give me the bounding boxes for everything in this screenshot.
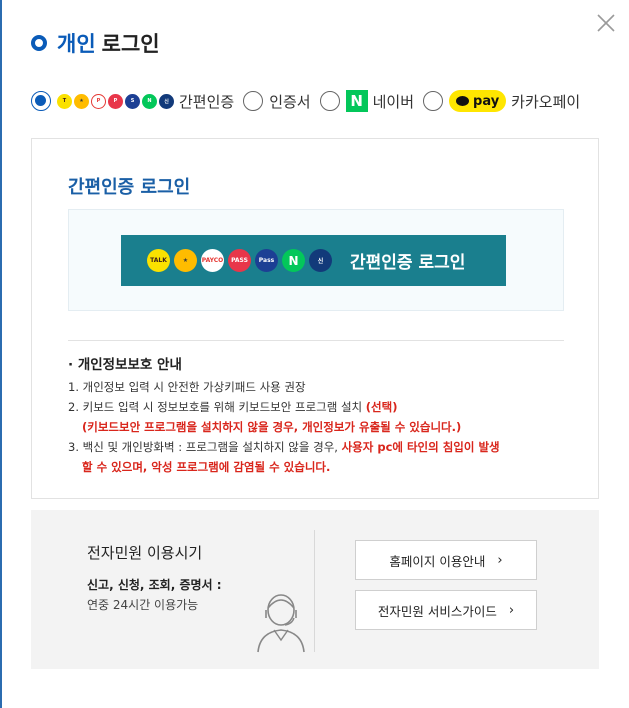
pass-icon: P <box>108 93 123 109</box>
samsung-pass-icon: Pass <box>255 249 278 272</box>
login-button-label: 간편인증 로그인 <box>350 253 466 273</box>
close-button[interactable] <box>595 12 617 34</box>
method-label: 네이버 <box>372 92 415 111</box>
service-guide-button[interactable]: 전자민원 서비스가이드 › <box>355 590 537 630</box>
kakaopay-icon: pay <box>449 90 507 112</box>
simple-auth-panel: 간편인증 로그인 TALK ★ PAYCO PASS Pass N 신 간편인증… <box>31 138 599 499</box>
radio-kakaopay[interactable] <box>423 91 444 111</box>
operator-avatar-icon <box>257 594 305 653</box>
naver-n-icon: N <box>345 90 368 112</box>
window-left-border <box>0 0 2 708</box>
divider <box>68 340 564 341</box>
section-title: 간편인증 로그인 <box>68 177 191 198</box>
page-title: 개인 로그인 <box>31 28 160 58</box>
title-highlight: 개인 <box>57 32 96 56</box>
payco-icon: PAYCO <box>201 249 224 272</box>
service-hours-panel: 전자민원 이용시기 신고, 신청, 조회, 증명서 : 연중 24시간 이용가능… <box>31 510 599 669</box>
service-guide-label: 전자민원 서비스가이드 <box>377 603 497 619</box>
notice-item-1: 1. 개인정보 입력 시 안전한 가상키패드 사용 권장 <box>68 380 306 394</box>
notice-item-3-warning-cont: 할 수 있으며, 악성 프로그램에 감염될 수 있습니다. <box>82 460 331 474</box>
notice-item-2-sub: (키보드보안 프로그램을 설치하지 않을 경우, 개인정보가 유출될 수 있습니… <box>82 420 462 434</box>
notice-item-3: 3. 백신 및 개인방화벽 : 프로그램을 설치하지 않을 경우, 사용자 pc… <box>68 437 500 457</box>
shinhan-icon: 신 <box>309 249 332 272</box>
radio-certificate[interactable] <box>243 91 264 111</box>
kakaopay-logo-text: pay <box>473 93 500 109</box>
simple-auth-provider-icons: T ★ P P S N 신 <box>57 93 176 109</box>
login-method-group: T ★ P P S N 신 간편인증 인증서 N 네이버 pay 카카오페이 <box>31 90 589 112</box>
method-kakaopay[interactable]: pay 카카오페이 <box>423 90 580 112</box>
radio-simple-auth[interactable] <box>31 91 51 111</box>
footer-sub: 신고, 신청, 조회, 증명서 : <box>87 578 222 592</box>
footer-title: 전자민원 이용시기 <box>87 544 203 562</box>
naver-icon: N <box>142 93 157 109</box>
pass-icon: PASS <box>228 249 251 272</box>
naver-icon: N <box>282 249 305 272</box>
notice-item-2-optional: (선택) <box>365 400 398 414</box>
footer-desc: 연중 24시간 이용가능 <box>87 598 199 612</box>
method-naver[interactable]: N 네이버 <box>319 90 415 112</box>
method-label: 간편인증 <box>179 92 235 111</box>
notice-item-2-text: 2. 키보드 입력 시 정보보호를 위해 키보드보안 프로그램 설치 <box>68 400 363 414</box>
privacy-notice: · 개인정보보호 안내 1. 개인정보 입력 시 안전한 가상키패드 사용 권장… <box>68 355 500 477</box>
close-icon <box>597 14 615 32</box>
method-simple-auth[interactable]: T ★ P P S N 신 간편인증 <box>31 91 234 112</box>
notice-title: · 개인정보보호 안내 <box>68 357 182 373</box>
kakao-bubble-icon <box>456 96 470 106</box>
kakao-talk-icon: TALK <box>147 249 170 272</box>
notice-item-3-text: 3. 백신 및 개인방화벽 : 프로그램을 설치하지 않을 경우, <box>68 440 338 454</box>
chevron-right-icon: › <box>508 602 515 618</box>
homepage-guide-button[interactable]: 홈페이지 이용안내 › <box>355 540 537 580</box>
method-certificate[interactable]: 인증서 <box>243 91 311 112</box>
chevron-right-icon: › <box>497 552 503 568</box>
footer-divider <box>314 530 315 652</box>
kakao-talk-icon: T <box>57 93 72 109</box>
login-button-area: TALK ★ PAYCO PASS Pass N 신 간편인증 로그인 <box>68 209 564 311</box>
kb-icon: ★ <box>74 93 89 109</box>
method-label: 인증서 <box>269 92 311 111</box>
shinhan-icon: 신 <box>159 93 174 109</box>
title-bullet-icon <box>31 35 47 51</box>
homepage-guide-label: 홈페이지 이용안내 <box>389 553 486 569</box>
notice-item-3-warning: 사용자 pc에 타인의 침입이 발생 <box>341 440 500 454</box>
samsung-pass-icon: S <box>125 93 140 109</box>
simple-auth-login-button[interactable]: TALK ★ PAYCO PASS Pass N 신 간편인증 로그인 <box>121 235 506 286</box>
notice-item-2: 2. 키보드 입력 시 정보보호를 위해 키보드보안 프로그램 설치 (선택) <box>68 397 500 417</box>
method-label: 카카오페이 <box>511 92 581 111</box>
kb-icon: ★ <box>174 249 197 272</box>
radio-naver[interactable] <box>319 91 340 111</box>
title-rest: 로그인 <box>101 32 160 56</box>
payco-icon: P <box>91 93 106 109</box>
